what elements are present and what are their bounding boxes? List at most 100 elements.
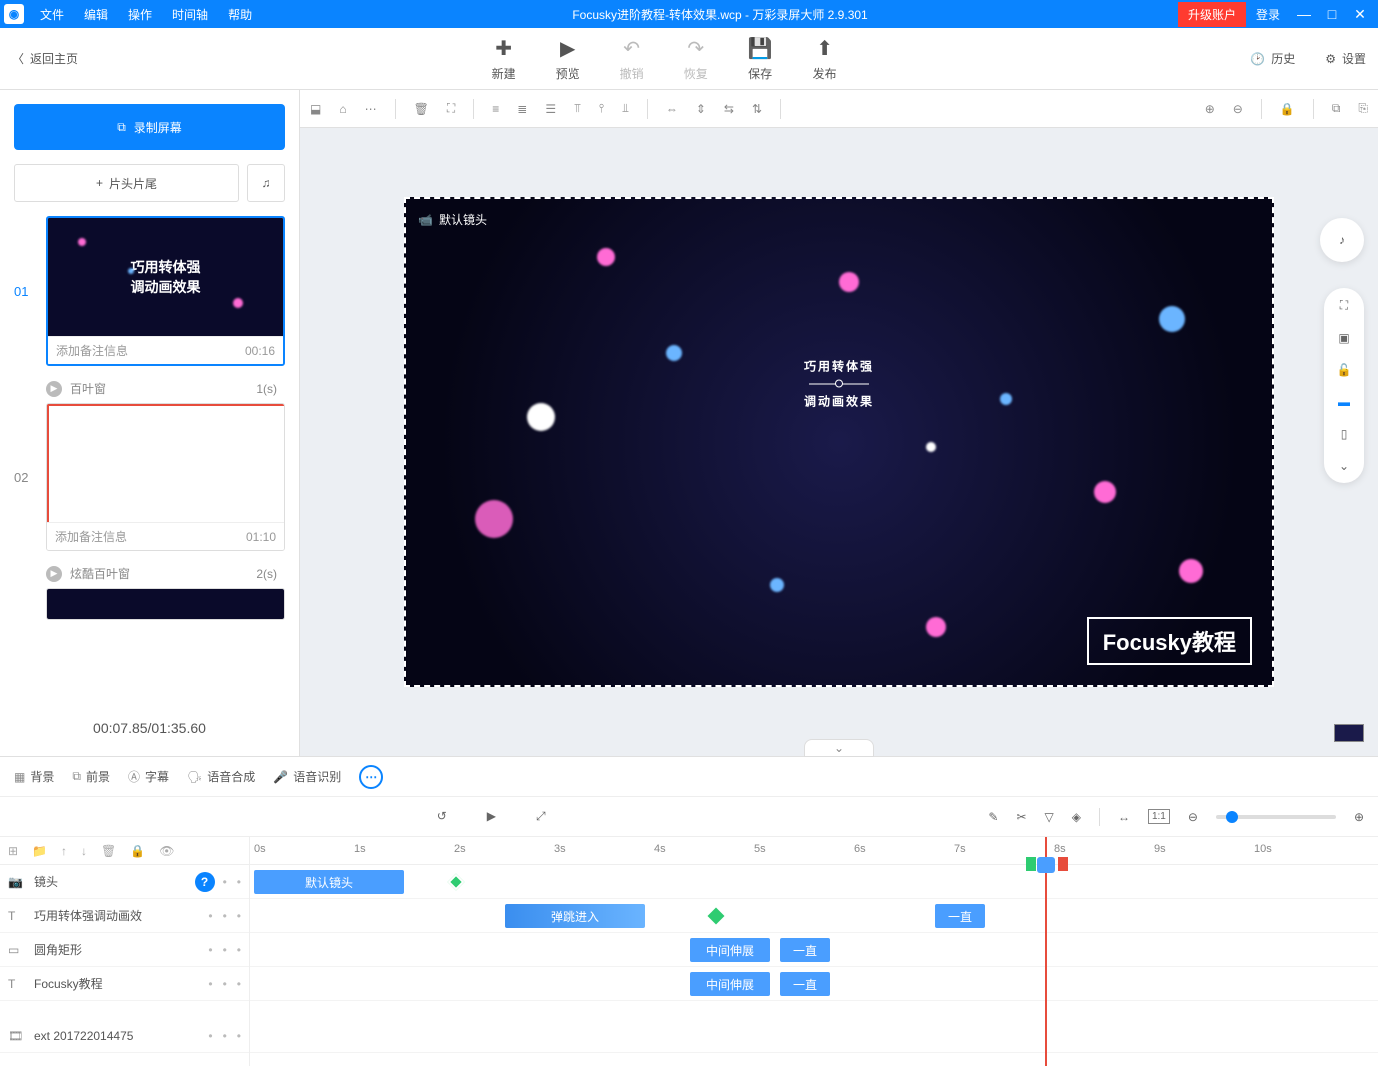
login-button[interactable]: 登录 <box>1246 6 1290 23</box>
track-row[interactable] <box>250 1019 1378 1053</box>
clip-keep[interactable]: 一直 <box>935 904 985 928</box>
track-row[interactable]: 默认镜头 <box>250 865 1378 899</box>
display-icon[interactable]: ▬ <box>1338 395 1350 409</box>
preview-button[interactable]: ▶预览 <box>556 36 580 82</box>
chevron-down-icon[interactable]: ⌄ <box>1339 459 1349 473</box>
fullscreen-icon[interactable]: ⛶ <box>1340 298 1348 313</box>
folder-icon[interactable]: 📁 <box>32 844 47 858</box>
expand-button[interactable]: ⤢ <box>536 809 546 824</box>
slide[interactable]: 📹 默认镜头 巧用转体强 调动画效果 Focusky教程 <box>404 197 1274 687</box>
align-bottom-icon[interactable]: ⫫ <box>622 101 629 116</box>
shape-icon[interactable]: ⬓ <box>310 102 321 116</box>
tab-subtitle[interactable]: Ⓐ字幕 <box>128 768 169 785</box>
distribute-v-icon[interactable]: ⇕ <box>696 102 706 116</box>
track-row[interactable]: 弹跳进入 一直 <box>250 899 1378 933</box>
zoom-out-button[interactable]: ⊖ <box>1188 810 1198 824</box>
flip-h-icon[interactable]: ⇆ <box>724 102 734 116</box>
scene-note-label[interactable]: 添加备注信息 <box>56 342 128 359</box>
scene-card[interactable]: 巧用转体强 调动画效果 添加备注信息 00:16 <box>46 216 285 366</box>
menu-edit[interactable]: 编辑 <box>74 6 118 23</box>
close-button[interactable]: ✕ <box>1346 6 1374 23</box>
tab-background[interactable]: ▦背景 <box>14 768 54 785</box>
tab-foreground[interactable]: ⧉前景 <box>72 768 110 785</box>
clip-mid[interactable]: 中间伸展 <box>690 972 770 996</box>
edit-icon[interactable]: ✎ <box>988 810 998 824</box>
filter-icon[interactable]: ▽ <box>1045 810 1054 824</box>
playhead[interactable] <box>1045 837 1047 1066</box>
save-button[interactable]: 💾保存 <box>748 36 773 82</box>
history-button[interactable]: 🕑历史 <box>1250 50 1295 67</box>
eye-icon[interactable]: 👁 <box>159 844 174 858</box>
minimize-button[interactable]: — <box>1290 6 1318 22</box>
head-tail-button[interactable]: +片头片尾 <box>14 164 239 202</box>
zoom-in-icon[interactable]: ⊕ <box>1205 102 1215 116</box>
music-float-button[interactable]: ♪ <box>1320 218 1364 262</box>
lock-icon[interactable]: 🔒 <box>130 844 145 858</box>
add-layer-icon[interactable]: ⊞ <box>8 844 18 858</box>
upgrade-button[interactable]: 升级账户 <box>1178 2 1246 27</box>
scene-item[interactable] <box>14 588 285 620</box>
scene-note-label[interactable]: 添加备注信息 <box>55 528 127 545</box>
track-row[interactable]: 中间伸展 一直 <box>250 967 1378 1001</box>
trash-icon[interactable]: 🗑 <box>414 102 429 116</box>
scene-transition[interactable]: ▶ 炫酷百叶窗 2(s) <box>14 559 285 588</box>
cut-icon[interactable]: ✂ <box>1016 810 1026 824</box>
tab-more-button[interactable]: ⋯ <box>359 765 383 789</box>
layer-row[interactable]: T 巧用转体强调动画效 ••• <box>0 899 249 933</box>
maximize-button[interactable]: □ <box>1318 6 1346 22</box>
menu-help[interactable]: 帮助 <box>218 6 262 23</box>
align-right-icon[interactable]: ☰ <box>545 102 556 116</box>
timeline-ruler[interactable]: 0s 1s 2s 3s 4s 5s 6s 7s 8s 9s 10s <box>250 837 1378 865</box>
minimap[interactable] <box>1334 724 1364 742</box>
menu-file[interactable]: 文件 <box>30 6 74 23</box>
tab-tts[interactable]: 🗣语音合成 <box>187 768 255 785</box>
trash-icon[interactable]: 🗑 <box>101 844 116 858</box>
redo-button[interactable]: ↷恢复 <box>684 36 708 82</box>
clip-keep[interactable]: 一直 <box>780 972 830 996</box>
zoom-slider[interactable] <box>1216 815 1336 819</box>
device-icon[interactable]: ▯ <box>1341 427 1348 441</box>
unlock-icon[interactable]: 🔓 <box>1337 363 1352 377</box>
keyframe-icon[interactable] <box>708 908 725 925</box>
settings-button[interactable]: ⚙设置 <box>1325 50 1366 67</box>
layer-row[interactable]: 📷 镜头 ? •• <box>0 865 249 899</box>
expand-handle[interactable]: ⌄ <box>804 739 874 757</box>
music-library-button[interactable]: ♫ <box>247 164 285 202</box>
layers-icon[interactable]: ▣ <box>1338 331 1349 345</box>
distribute-h-icon[interactable]: ⇔ <box>666 102 678 116</box>
marker-icon[interactable]: ◈ <box>1072 810 1081 824</box>
align-center-icon[interactable]: ≣ <box>517 102 527 116</box>
scene-card[interactable] <box>46 588 285 620</box>
lock-icon[interactable]: 🔒 <box>1280 102 1295 116</box>
paste-icon[interactable]: ⎘ <box>1358 101 1368 116</box>
scene-item[interactable]: 02 添加备注信息 01:10 <box>14 403 285 551</box>
menu-timeline[interactable]: 时间轴 <box>162 6 218 23</box>
align-left-icon[interactable]: ≡ <box>492 102 499 116</box>
timeline-tracks[interactable]: 0s 1s 2s 3s 4s 5s 6s 7s 8s 9s 10s 默认镜头 弹… <box>250 837 1378 1066</box>
scene-card[interactable]: 添加备注信息 01:10 <box>46 403 285 551</box>
align-top-icon[interactable]: ⫪ <box>574 101 581 116</box>
layer-row[interactable]: ▭ 圆角矩形 ••• <box>0 933 249 967</box>
menu-action[interactable]: 操作 <box>118 6 162 23</box>
crop-icon[interactable]: ⛶ <box>447 101 455 116</box>
tab-asr[interactable]: 🎤语音识别 <box>273 768 341 785</box>
publish-button[interactable]: ⬆发布 <box>813 36 837 82</box>
clip-bounce[interactable]: 弹跳进入 <box>505 904 645 928</box>
zoom-out-icon[interactable]: ⊖ <box>1233 102 1243 116</box>
fit-width-icon[interactable]: ↔ <box>1118 810 1130 824</box>
down-icon[interactable]: ↓ <box>81 844 87 858</box>
rewind-button[interactable]: ↺ <box>437 809 447 824</box>
align-middle-icon[interactable]: ⫯ <box>599 101 604 116</box>
fit-1-1-icon[interactable]: 1:1 <box>1148 809 1170 824</box>
clip-lens[interactable]: 默认镜头 <box>254 870 404 894</box>
keyframe-icon[interactable] <box>448 874 465 891</box>
track-row[interactable]: 中间伸展 一直 <box>250 933 1378 967</box>
play-button[interactable]: ▶ <box>487 809 496 824</box>
layer-row[interactable]: T Focusky教程 ••• <box>0 967 249 1001</box>
clip-keep[interactable]: 一直 <box>780 938 830 962</box>
help-icon[interactable]: ? <box>195 872 215 892</box>
flip-v-icon[interactable]: ⇅ <box>752 102 762 116</box>
home-icon[interactable]: ⌂ <box>339 102 346 116</box>
more-icon[interactable]: ⋯ <box>365 102 377 116</box>
record-screen-button[interactable]: ⧉ 录制屏幕 <box>14 104 285 150</box>
